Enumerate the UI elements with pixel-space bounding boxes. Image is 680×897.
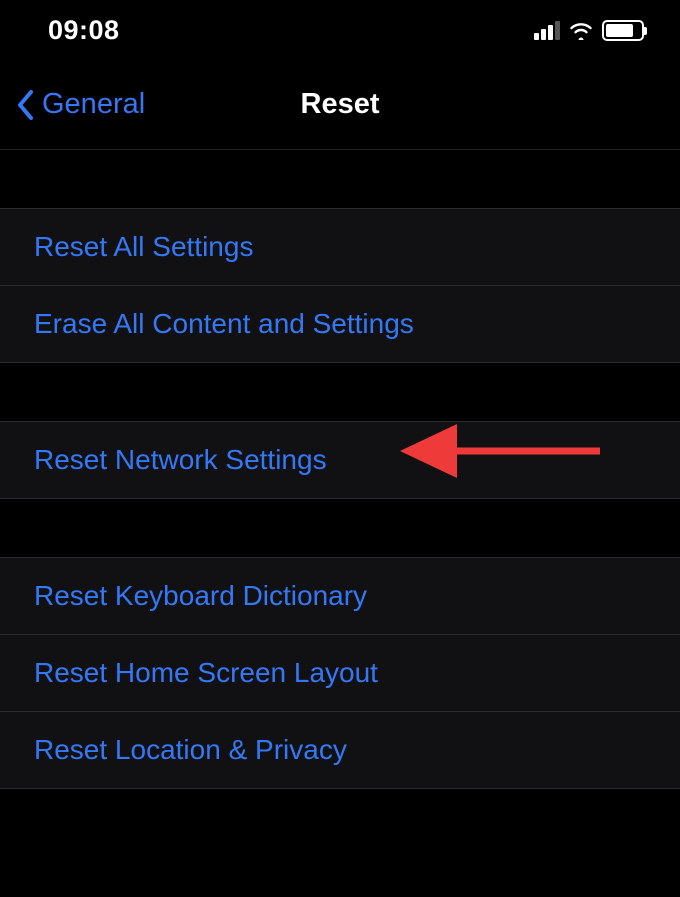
section-spacer [0,150,680,208]
settings-group-3: Reset Keyboard Dictionary Reset Home Scr… [0,557,680,789]
reset-home-screen-layout-row[interactable]: Reset Home Screen Layout [0,635,680,712]
settings-group-2: Reset Network Settings [0,421,680,499]
wifi-icon [568,20,594,40]
status-indicators [534,20,644,41]
page-title: Reset [301,88,380,121]
chevron-left-icon [16,89,36,121]
back-button[interactable]: General [0,88,145,121]
settings-group-1: Reset All Settings Erase All Content and… [0,208,680,363]
section-spacer [0,499,680,557]
reset-all-settings-row[interactable]: Reset All Settings [0,209,680,286]
cellular-icon [534,20,560,40]
section-spacer [0,363,680,421]
erase-all-content-row[interactable]: Erase All Content and Settings [0,286,680,362]
navigation-bar: General Reset [0,60,680,150]
battery-icon [602,20,644,41]
status-time: 09:08 [48,15,120,46]
reset-network-settings-row[interactable]: Reset Network Settings [0,422,680,498]
status-bar: 09:08 [0,0,680,60]
reset-location-privacy-row[interactable]: Reset Location & Privacy [0,712,680,788]
reset-keyboard-dictionary-row[interactable]: Reset Keyboard Dictionary [0,558,680,635]
back-label: General [42,88,145,121]
